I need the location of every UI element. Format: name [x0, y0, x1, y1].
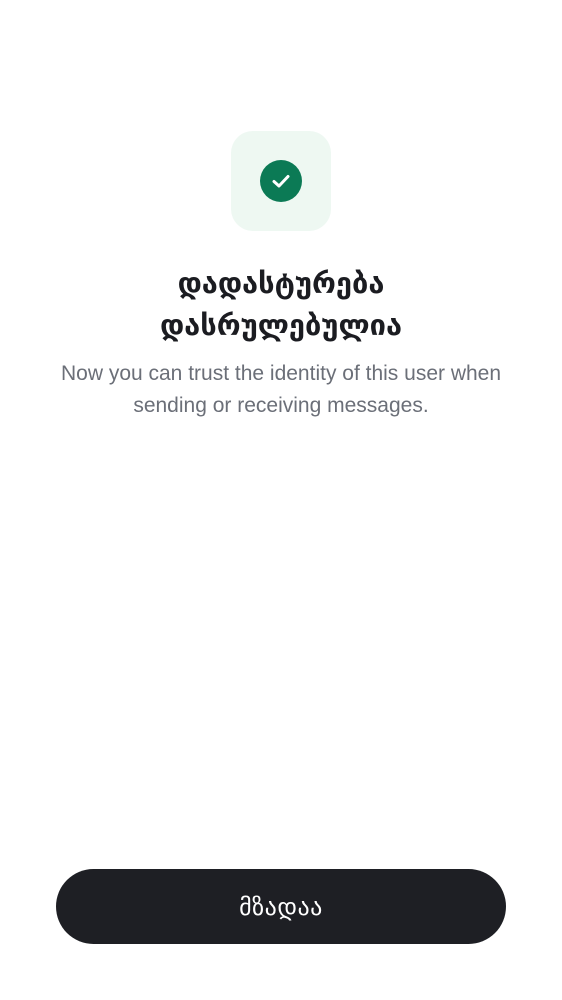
success-icon-tile: [231, 131, 331, 231]
verification-complete-screen: დადასტურება დასრულებულია Now you can tru…: [0, 0, 562, 1000]
page-title-line-2: დასრულებულია: [159, 308, 403, 342]
page-description-line-2: sending or receiving messages.: [133, 394, 429, 417]
page-title-line-1: დადასტურება: [177, 266, 385, 300]
done-button[interactable]: მზადაა: [56, 869, 506, 944]
page-title: დადასტურება დასრულებულია: [30, 262, 532, 346]
checkmark-icon: [272, 175, 290, 188]
check-circle-icon: [260, 160, 302, 202]
page-description-line-1: Now you can trust the identity of this u…: [60, 362, 502, 385]
page-description: Now you can trust the identity of this u…: [30, 358, 532, 422]
